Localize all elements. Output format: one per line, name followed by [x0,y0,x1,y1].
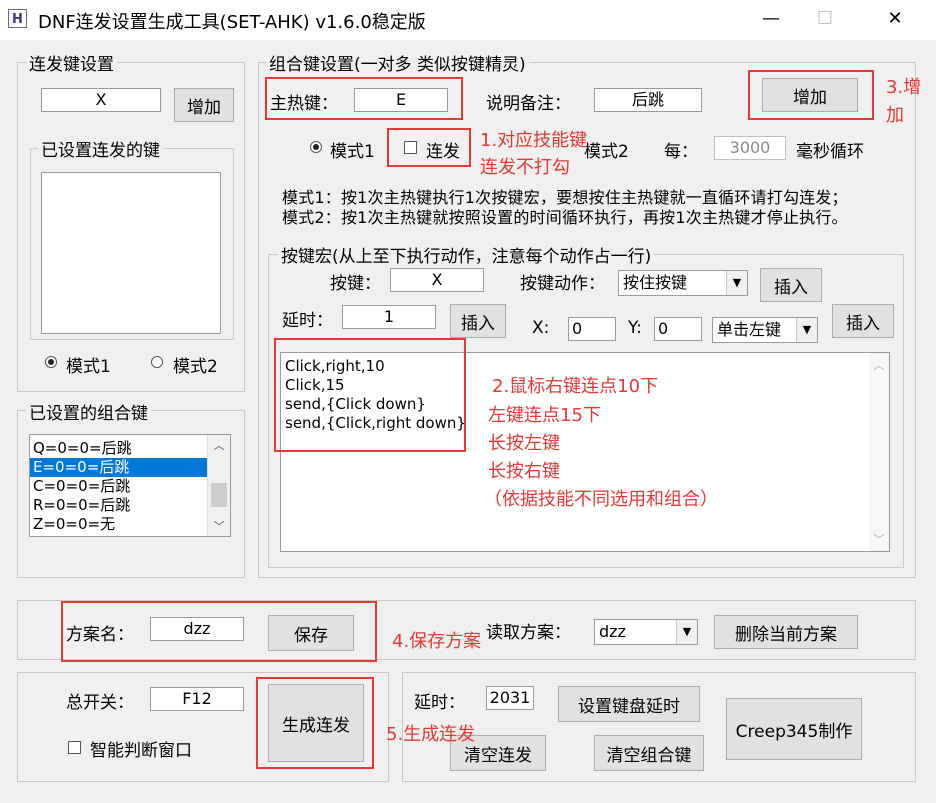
annotation-1-line2: 连发不打勾 [480,157,570,178]
credit-button[interactable]: Creep345制作 [726,698,862,760]
annotation-1-line1: 1.对应技能键 [480,130,588,151]
rapid-mode1-radio[interactable] [45,356,57,368]
scroll-down-icon[interactable]: ﹀ [208,518,230,534]
rapid-mode2-radio[interactable] [151,356,163,368]
window-title: DNF连发设置生成工具(SET-AHK) v1.6.0稳定版 [38,12,426,33]
y-input[interactable]: 0 [654,317,702,341]
combo-mode1-radio[interactable] [310,141,322,153]
combo-list-item[interactable]: E=0=0=后跳 [30,458,208,477]
load-scheme-select[interactable]: dzz ▼ [594,619,698,645]
chevron-down-icon[interactable]: ▼ [726,271,747,295]
scroll-up-icon[interactable]: ︿ [869,357,889,373]
annotation-5: 5.生成连发 [386,724,476,745]
x-input[interactable]: 0 [568,317,616,341]
rapid-mode2-label: 模式2 [173,357,218,377]
macro-group-title: 按键宏(从上至下执行动作，注意每个动作占一行) [278,242,655,267]
clear-combo-button[interactable]: 清空组合键 [594,735,704,771]
combo-list-item[interactable]: Z=0=0=无 [30,515,208,534]
action-select-value: 按住按键 [623,273,688,292]
mouse-action-select[interactable]: 单击左键 ▼ [712,317,818,343]
mode2-description: 模式2：按1次主热键就按照设置的时间循环执行，再按1次主热键才停止执行。 [282,208,848,227]
set-keyboard-delay-button[interactable]: 设置键盘延时 [558,686,700,722]
rapid-mode1-label: 模式1 [66,357,111,377]
maximize-button[interactable]: ☐ [802,0,848,38]
rapid-keys-list[interactable] [41,172,221,334]
mouse-action-value: 单击左键 [717,320,782,339]
rapid-add-button[interactable]: 增加 [174,88,234,122]
annotation-box-save [61,601,377,662]
combo-mode2-label: 模式2 [584,142,629,162]
annotation-2-line4: 长按右键 [488,461,560,482]
annotation-2-line5: （依据技能不同选用和组合） [484,489,718,510]
combo-list-item[interactable]: C=0=0=后跳 [30,477,208,496]
smart-window-checkbox[interactable] [68,741,81,754]
combo-group-title: 组合键设置(一对多 类似按键精灵) [266,50,529,75]
interval-unit-label: 毫秒循环 [796,142,864,162]
annotation-box-macro [274,338,466,452]
annotation-4: 4.保存方案 [392,631,482,652]
annotation-2-line1: 2.鼠标右键连点10下 [492,376,659,397]
combo-list-item[interactable]: R=0=0=后跳 [30,496,208,515]
scroll-thumb[interactable] [211,483,227,507]
annotation-box-repeat [387,128,471,167]
annotation-box-generate [256,677,374,769]
close-button[interactable]: ✕ [872,0,918,38]
macro-key-label: 按键： [330,274,381,294]
annotation-3-line2: 加 [886,105,904,126]
annotation-box-hotkey [265,77,463,120]
load-scheme-label: 读取方案： [486,623,571,643]
master-switch-input[interactable]: F12 [150,687,244,711]
minimize-button[interactable]: — [748,0,794,38]
scroll-down-icon[interactable]: ﹀ [869,531,889,547]
interval-input[interactable]: 3000 [714,136,786,160]
smart-window-label: 智能判断窗口 [90,741,192,761]
combo-list-item[interactable]: Q=0=0=后跳 [30,439,208,458]
note-input[interactable]: 后跳 [594,88,702,112]
set-keys-title: 已设置连发的键 [38,136,163,161]
combo-list-scrollbar[interactable]: ︿ ﹀ [207,435,230,536]
annotation-2-line3: 长按左键 [488,433,560,454]
delay-label: 延时： [282,311,333,331]
rapid-key-input[interactable]: X [41,88,161,112]
chevron-down-icon[interactable]: ▼ [676,620,697,644]
annotation-box-add [748,70,874,120]
action-label: 按键动作： [520,274,605,294]
load-scheme-value: dzz [599,622,626,641]
scroll-up-icon[interactable]: ︿ [208,437,230,453]
chevron-down-icon[interactable]: ▼ [796,318,817,342]
delay-input[interactable]: 1 [342,305,436,329]
delete-scheme-button[interactable]: 删除当前方案 [714,615,858,649]
app-icon: H [8,9,27,28]
every-label: 每： [664,142,698,162]
master-switch-label: 总开关： [66,693,134,713]
macro-key-input[interactable]: X [390,268,484,292]
x-label: X: [532,318,550,338]
note-label: 说明备注： [486,94,571,114]
combo-mode1-label: 模式1 [330,142,375,162]
keyboard-delay-input[interactable]: 2031 [486,686,534,710]
y-label: Y: [628,318,642,338]
action-select[interactable]: 按住按键 ▼ [618,270,748,296]
insert-delay-button[interactable]: 插入 [450,304,506,338]
macro-scrollbar[interactable]: ︿ ﹀ [869,353,889,551]
insert-mouse-button[interactable]: 插入 [832,304,894,338]
rapid-group-title: 连发键设置 [26,50,117,75]
annotation-2-line2: 左键连点15下 [488,405,601,426]
keyboard-delay-label: 延时： [414,693,465,713]
combo-list[interactable]: Q=0=0=后跳 E=0=0=后跳 C=0=0=后跳 R=0=0=后跳 Z=0=0=无 … [29,434,231,537]
insert-key-button[interactable]: 插入 [760,268,822,302]
annotation-3-line1: 3.增 [886,77,922,98]
combo-list-title: 已设置的组合键 [26,399,151,424]
